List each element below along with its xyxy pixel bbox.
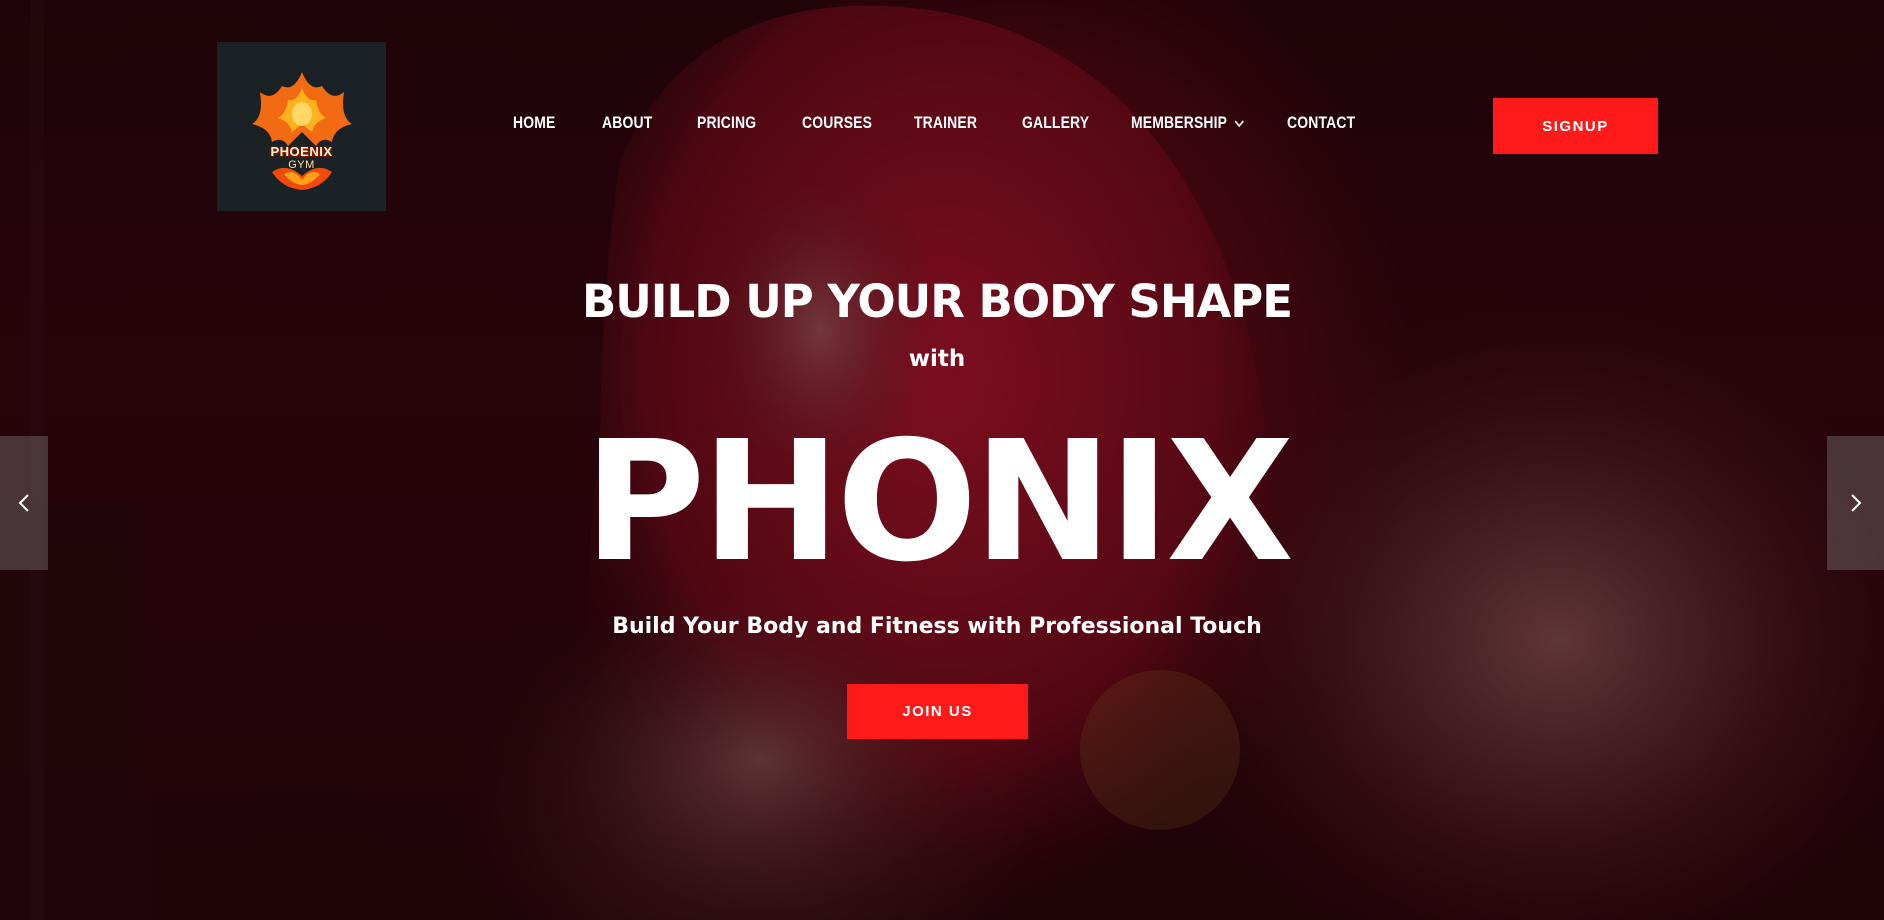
- nav-home[interactable]: HOME: [513, 113, 555, 133]
- logo-subtitle: GYM: [288, 159, 315, 171]
- join-us-button[interactable]: JOIN US: [847, 684, 1028, 739]
- nav-pricing[interactable]: PRICING: [697, 113, 756, 133]
- nav-trainer[interactable]: TRAINER: [914, 113, 977, 133]
- nav-contact[interactable]: CONTACT: [1287, 113, 1355, 133]
- nav-membership-label: MEMBERSHIP: [1131, 113, 1227, 132]
- hero-with-text: with: [908, 346, 966, 372]
- chevron-right-icon: [1850, 494, 1861, 512]
- hero-headline: BUILD UP YOUR BODY SHAPE: [581, 275, 1293, 328]
- logo-title: PHOENIX: [270, 144, 333, 159]
- chevron-left-icon: [18, 494, 29, 512]
- hero-section: PHOENIX GYM HOME ABOUT PRICING COURSES T…: [0, 0, 1884, 920]
- signup-button[interactable]: SIGNUP: [1493, 98, 1658, 154]
- slider-next-button[interactable]: [1827, 436, 1884, 570]
- hero-brand-title: PHONIX: [583, 406, 1294, 599]
- nav-courses[interactable]: COURSES: [802, 113, 872, 133]
- nav-about[interactable]: ABOUT: [602, 113, 652, 133]
- brand-logo[interactable]: PHOENIX GYM: [217, 42, 386, 211]
- nav-membership[interactable]: MEMBERSHIP: [1131, 113, 1244, 133]
- nav-gallery[interactable]: GALLERY: [1022, 113, 1089, 133]
- slider-prev-button[interactable]: [0, 436, 48, 570]
- phoenix-flame-icon: [251, 71, 352, 190]
- hero-subline: Build Your Body and Fitness with Profess…: [612, 614, 1262, 639]
- chevron-down-icon: [1234, 119, 1244, 127]
